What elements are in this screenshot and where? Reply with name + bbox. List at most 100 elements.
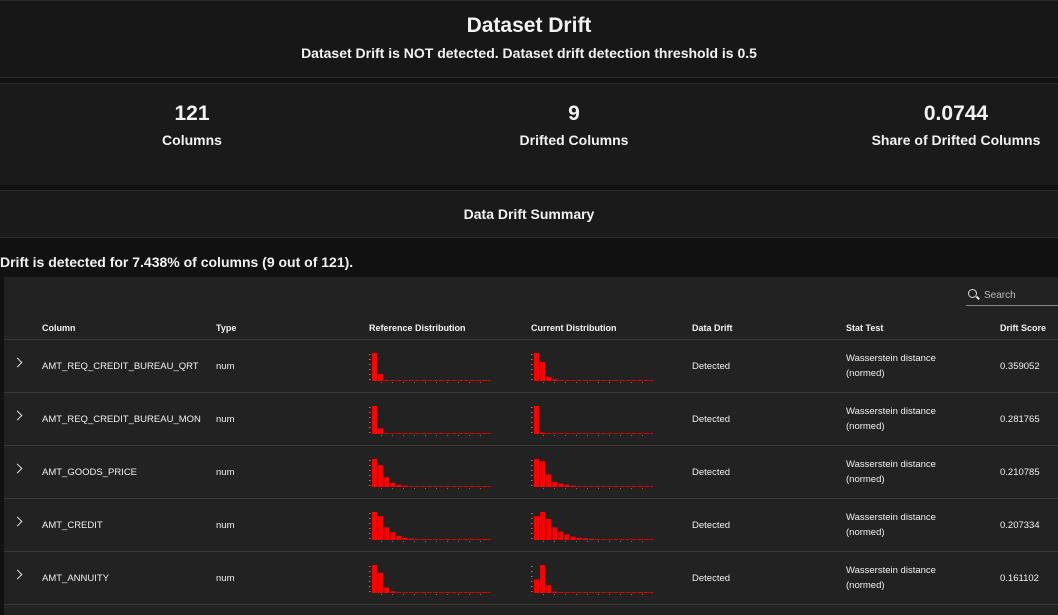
histogram-bar: [570, 592, 576, 593]
histogram-bar: [625, 380, 631, 381]
current-distribution-histogram: [531, 512, 653, 542]
axis-tick: [609, 488, 610, 489]
axis-tick: [598, 435, 599, 436]
axis-tick: [369, 528, 371, 529]
histogram-bar: [420, 486, 426, 487]
axis-tick: [414, 488, 415, 489]
histogram-bar: [649, 486, 653, 487]
histogram-bar: [426, 380, 432, 381]
axis-tick: [531, 422, 533, 423]
axis-tick: [531, 566, 533, 567]
histogram-bar: [378, 465, 384, 487]
axis-tick: [620, 488, 621, 489]
histogram-bar: [457, 486, 463, 487]
histogram-bar: [433, 380, 439, 381]
data-drift-status: Detected: [692, 414, 731, 425]
expand-chevron-icon[interactable]: [12, 569, 23, 580]
histogram-bar: [595, 592, 601, 593]
histogram-bar: [439, 539, 445, 540]
histogram-bar: [396, 433, 402, 434]
axis-tick: [631, 488, 632, 489]
axis-tick: [392, 541, 393, 542]
histogram-bar: [540, 565, 546, 593]
histogram-bar: [576, 537, 582, 540]
axis-tick: [381, 382, 382, 383]
histogram-bar: [445, 486, 451, 487]
axis-tick: [631, 541, 632, 542]
column-type: num: [216, 573, 235, 584]
column-name: AMT_ANNUITY: [42, 573, 110, 584]
histogram-bar: [625, 592, 631, 593]
axis-tick: [403, 594, 404, 595]
axis-tick: [425, 382, 426, 383]
stat-test-name: Wasserstein distance: [846, 353, 936, 364]
histogram-bar: [475, 433, 481, 434]
header-column[interactable]: Column: [42, 323, 76, 333]
axis-tick: [369, 591, 371, 592]
histogram-bar: [625, 486, 631, 487]
histogram-bar: [414, 486, 420, 487]
axis-tick: [447, 541, 448, 542]
axis-tick: [425, 541, 426, 542]
expand-chevron-icon[interactable]: [12, 516, 23, 527]
counters-panel: 121 Columns 9 Drifted Columns 0.0744 Sha…: [0, 83, 1058, 185]
histogram-bar: [457, 539, 463, 540]
histogram-bar: [601, 486, 607, 487]
axis-tick: [381, 594, 382, 595]
current-distribution-histogram: [531, 406, 653, 436]
axis-tick: [458, 382, 459, 383]
histogram-bar: [546, 474, 552, 487]
histogram-bar: [445, 433, 451, 434]
expand-chevron-icon[interactable]: [12, 357, 23, 368]
header-stat-test[interactable]: Stat Test: [846, 323, 883, 333]
histogram-bar: [613, 539, 619, 540]
expand-chevron-icon[interactable]: [12, 463, 23, 474]
axis-tick: [381, 488, 382, 489]
axis-tick: [414, 435, 415, 436]
histogram-bar: [378, 428, 384, 434]
histogram-bar: [487, 380, 491, 381]
histogram-bar: [420, 380, 426, 381]
header-data-drift[interactable]: Data Drift: [692, 323, 733, 333]
axis-tick: [554, 382, 555, 383]
histogram-bar: [595, 380, 601, 381]
axis-tick: [531, 460, 533, 461]
axis-tick: [543, 382, 544, 383]
table-row[interactable]: AMT_REQ_CREDIT_BUREAU_QRT num Detected W…: [4, 340, 1058, 393]
axis-tick: [369, 379, 371, 380]
axis-tick: [576, 382, 577, 383]
expand-chevron-icon[interactable]: [12, 410, 23, 421]
table-row[interactable]: AMT_REQ_CREDIT_BUREAU_MON num Detected W…: [4, 393, 1058, 446]
histogram-bar: [552, 433, 558, 434]
histogram-bar: [613, 433, 619, 434]
table-row[interactable]: AMT_ANNUITY num Detected Wasserstein dis…: [4, 552, 1058, 605]
histogram-bar: [481, 380, 487, 381]
axis-tick: [425, 488, 426, 489]
table-row[interactable]: AMT_CREDIT num Detected Wasserstein dist…: [4, 499, 1058, 552]
histogram-bar: [546, 433, 552, 434]
histogram-bar: [564, 380, 570, 381]
header-type[interactable]: Type: [216, 323, 236, 333]
histogram-bar: [372, 565, 378, 593]
axis-tick: [531, 475, 533, 476]
table-row[interactable]: AMT_GOODS_PRICE num Detected Wasserstein…: [4, 446, 1058, 499]
counter-label: Drifted Columns: [519, 132, 629, 148]
axis-tick: [480, 488, 481, 489]
histogram-bar: [433, 592, 439, 593]
axis-tick: [480, 435, 481, 436]
axis-tick: [642, 488, 643, 489]
histogram-bar: [601, 380, 607, 381]
axis-tick: [458, 488, 459, 489]
axis-tick: [531, 427, 533, 428]
histogram-bar: [607, 380, 613, 381]
axis-tick: [531, 518, 533, 519]
search-input[interactable]: Search: [966, 287, 1058, 306]
histogram-bar: [546, 585, 552, 593]
histogram-bar: [637, 592, 643, 593]
axis-tick: [531, 364, 533, 365]
axis-tick: [620, 382, 621, 383]
axis-tick: [620, 435, 621, 436]
header-drift-score[interactable]: Drift Score: [1000, 323, 1046, 333]
counter-value: 121: [174, 102, 210, 125]
histogram-bar: [582, 538, 588, 540]
